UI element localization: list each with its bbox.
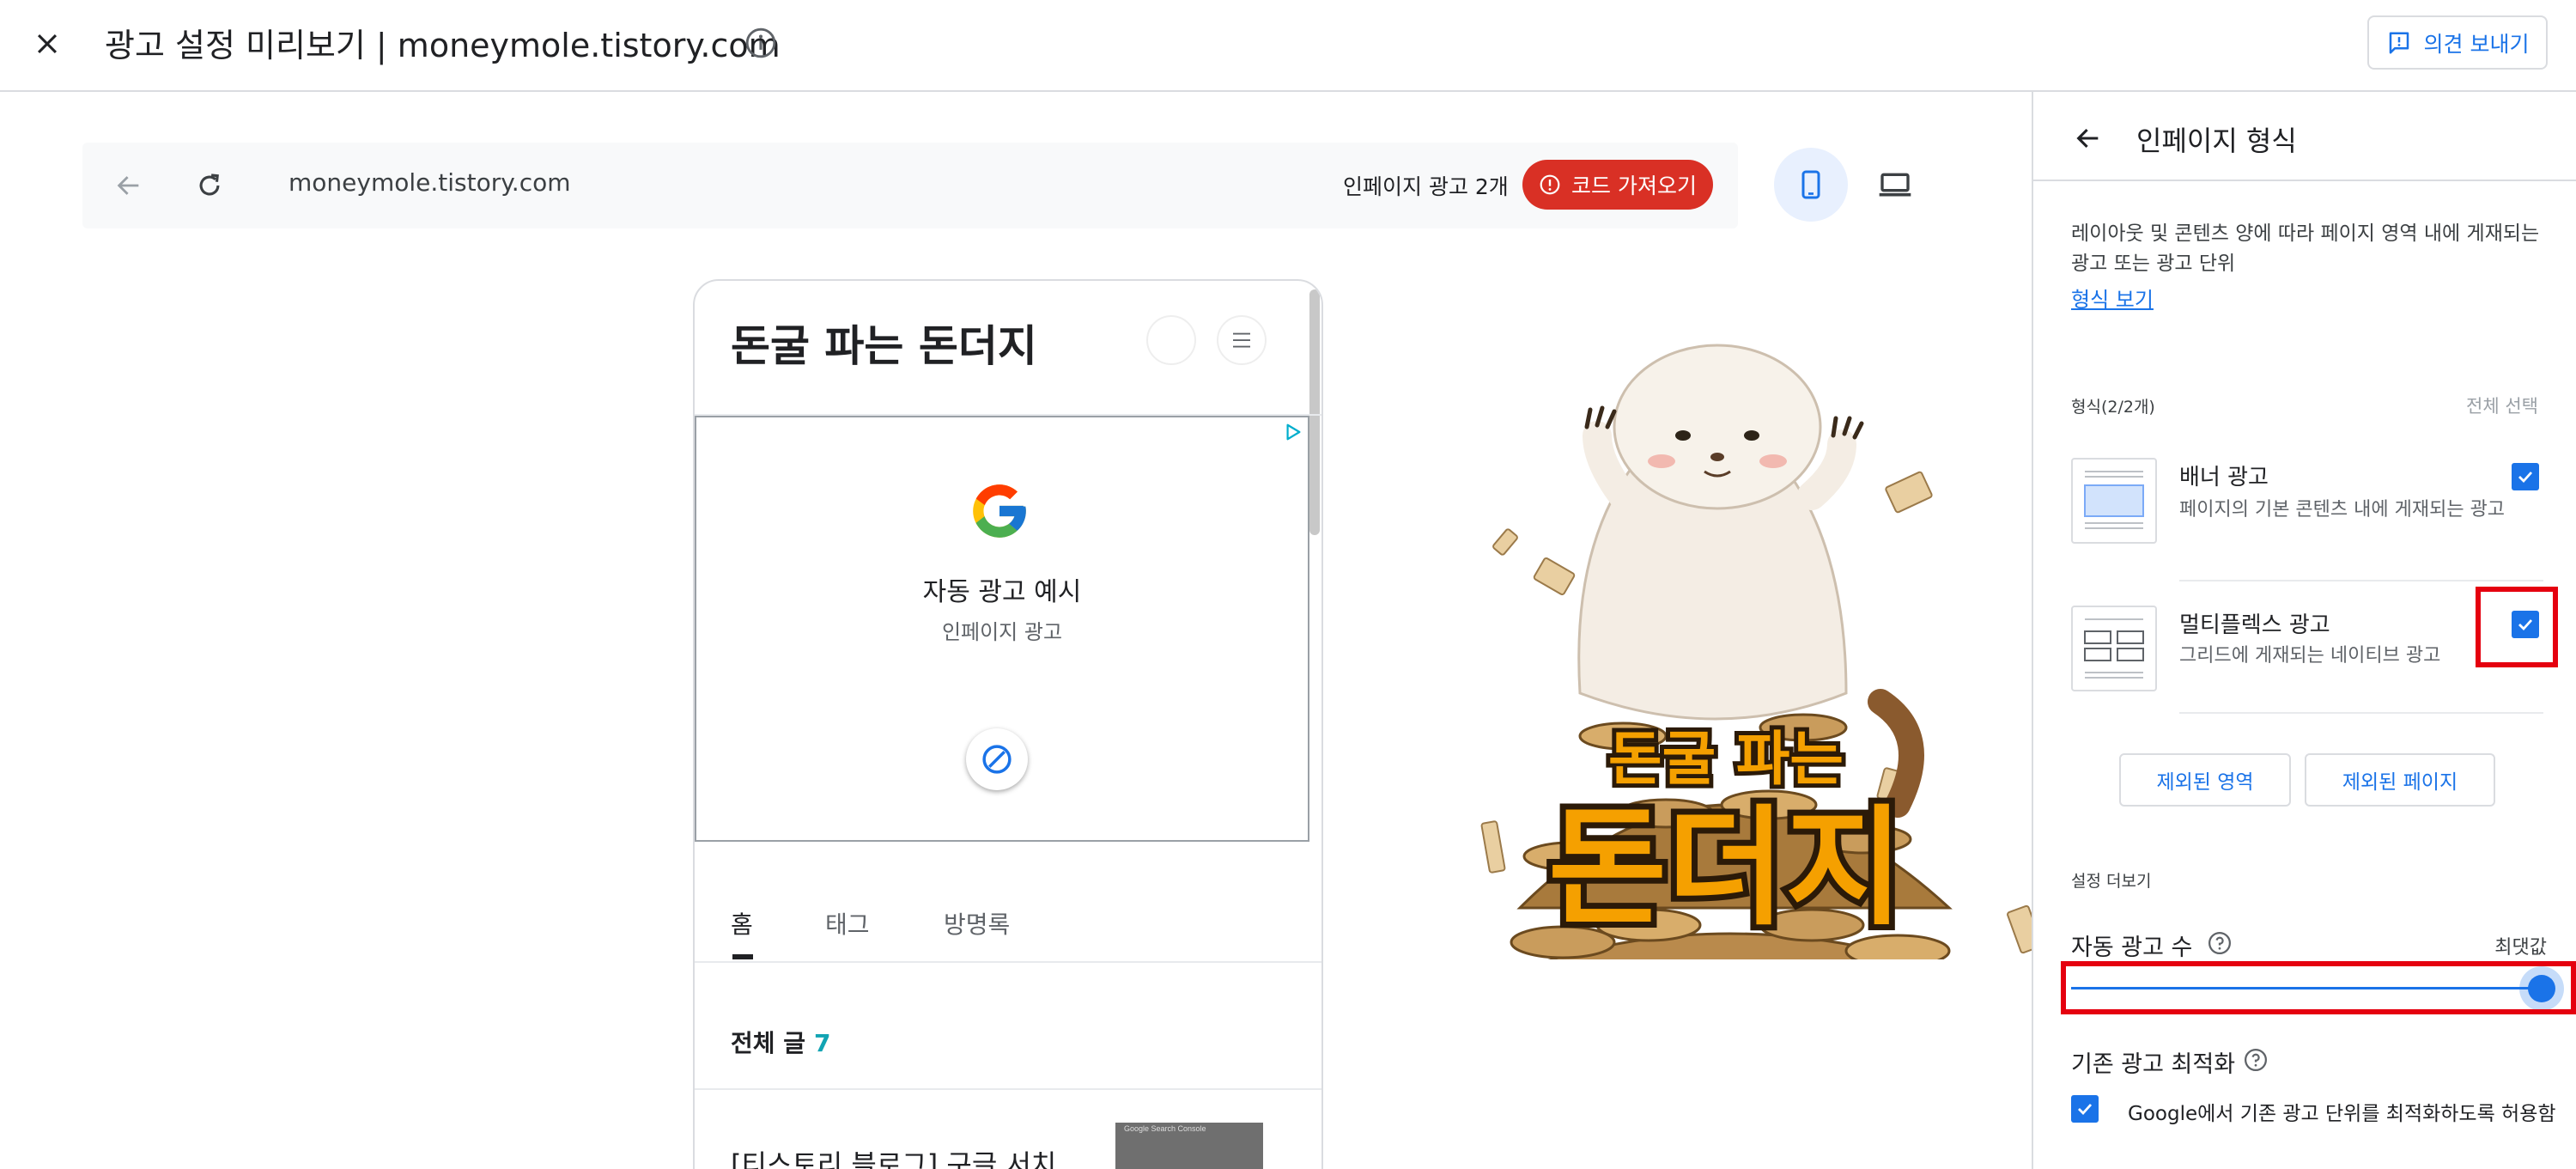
tab-tags[interactable]: 태그: [825, 906, 870, 941]
optimize-label: 기존 광고 최적화: [2071, 1051, 2236, 1078]
select-all-button[interactable]: 전체 선택: [2466, 393, 2538, 418]
desktop-view-button[interactable]: [1858, 148, 1932, 222]
panel-title: 인페이지 형식: [2136, 125, 2297, 157]
check-icon: [2078, 1104, 2093, 1116]
help-icon: [2208, 932, 2231, 954]
ad-count-label: 자동 광고 수: [2071, 935, 2193, 961]
help-icon: [2245, 1049, 2267, 1071]
divider: [2179, 580, 2543, 581]
ad-example-box[interactable]: 자동 광고 예시 인페이지 광고: [695, 416, 1309, 842]
illustration-title: 돈굴 파는 돈더지: [1542, 721, 1910, 949]
adchoices-icon[interactable]: [1284, 423, 1303, 445]
multiplex-format-desc: 그리드에 게재되는 네이티브 광고: [2179, 645, 2441, 667]
illustration-line-2: 돈더지: [1548, 794, 1904, 943]
panel-header: 인페이지 형식: [2033, 92, 2576, 181]
address-url[interactable]: moneymole.tistory.com: [289, 168, 571, 197]
mobile-view-button[interactable]: [1774, 148, 1848, 222]
get-code-button[interactable]: 코드 가져오기: [1522, 160, 1713, 210]
address-bar: moneymole.tistory.com 인페이지 광고 2개 코드 가져오기: [82, 143, 1738, 228]
preview-pane: moneymole.tistory.com 인페이지 광고 2개 코드 가져오기…: [0, 92, 2032, 1169]
panel-description: 레이아웃 및 콘텐츠 양에 따라 페이지 영역 내에 게재되는 광고 또는 광고…: [2071, 222, 2540, 275]
feedback-label: 의견 보내기: [2423, 31, 2530, 57]
thumb-caption: Google Search Console: [1124, 1124, 1206, 1133]
block-ad-button[interactable]: [966, 728, 1028, 790]
multiplex-format-name: 멀티플렉스 광고: [2179, 612, 2330, 638]
optimize-help-button[interactable]: [2243, 1047, 2269, 1076]
multiplex-format-thumbnail: [2071, 606, 2157, 691]
back-arrow-icon: [2076, 128, 2099, 149]
mole-illustration: 돈굴 파는 돈더지: [1480, 344, 2032, 959]
blog-menu-button[interactable]: [1217, 315, 1267, 365]
all-posts-count: 7: [814, 1029, 831, 1057]
mobile-icon: [1801, 170, 1820, 199]
check-icon: [2518, 472, 2533, 484]
mobile-preview-frame: 돈굴 파는 돈더지 자동 광고 예시 인페이지 광고 홈 태그 방명록 전체 글…: [693, 279, 1323, 1169]
page-title: 광고 설정 미리보기 | moneymole.tistory.com: [105, 27, 781, 64]
optimize-checkbox-label: Google에서 기존 광고 단위를 최적화하도록 허용함: [2128, 1103, 2556, 1125]
banner-format-desc: 페이지의 기본 콘텐츠 내에 게재되는 광고: [2179, 499, 2506, 521]
top-bar: 광고 설정 미리보기 | moneymole.tistory.com 의견 보내…: [0, 0, 2576, 92]
blog-profile-button[interactable]: [1146, 315, 1196, 365]
divider: [2179, 712, 2543, 714]
post-thumbnail[interactable]: Google Search Console: [1115, 1123, 1263, 1169]
divider: [695, 961, 1321, 963]
inpage-ad-count: 인페이지 광고 2개: [1343, 174, 1509, 199]
view-format-link[interactable]: 형식 보기: [2071, 283, 2154, 313]
all-posts-label: 전체 글: [731, 1029, 806, 1057]
illustration-line-1: 돈굴 파는: [1608, 726, 1844, 794]
menu-icon: [1233, 332, 1250, 348]
google-logo-icon: [968, 479, 1031, 546]
tab-active-indicator: [732, 954, 753, 959]
tab-guestbook[interactable]: 방명록: [944, 906, 1010, 941]
post-title[interactable]: [티스토리 블로그] 구글 서치...: [731, 1143, 1083, 1169]
multiplex-format-icon: [2084, 618, 2144, 679]
reload-icon: [199, 174, 220, 196]
info-icon: [745, 27, 776, 58]
browser-back-button[interactable]: [108, 165, 149, 206]
panel-back-button[interactable]: [2068, 118, 2109, 159]
get-code-label: 코드 가져오기: [1571, 174, 1697, 198]
desktop-icon: [1879, 173, 1911, 197]
info-button[interactable]: [742, 24, 780, 62]
back-arrow-icon: [117, 176, 139, 195]
formats-label: 형식(2/2개): [2071, 398, 2155, 417]
blog-title: 돈굴 파는 돈더지: [731, 320, 1037, 371]
feedback-icon: [2389, 32, 2409, 53]
close-button[interactable]: [26, 22, 69, 65]
all-posts-heading: 전체 글 7: [731, 1025, 831, 1059]
highlight-box-checkbox: [2476, 587, 2558, 667]
optimize-checkbox[interactable]: [2071, 1095, 2099, 1123]
excluded-areas-button[interactable]: 제외된 영역: [2119, 753, 2291, 807]
reload-button[interactable]: [189, 165, 230, 206]
ad-count-help-button[interactable]: [2207, 930, 2233, 959]
error-icon: [1540, 174, 1560, 195]
feedback-button[interactable]: 의견 보내기: [2367, 15, 2548, 70]
ad-example-subtitle: 인페이지 광고: [941, 620, 1063, 644]
ad-count-max-label: 최댓값: [2494, 937, 2547, 959]
banner-format-thumbnail: [2071, 458, 2157, 544]
banner-format-icon: [2084, 471, 2144, 529]
highlight-box-slider: [2061, 961, 2576, 1014]
banner-format-name: 배너 광고: [2179, 465, 2269, 490]
divider: [695, 1088, 1321, 1090]
settings-panel: 인페이지 형식 레이아웃 및 콘텐츠 양에 따라 페이지 영역 내에 게재되는 …: [2032, 92, 2576, 1169]
ad-example-title: 자동 광고 예시: [922, 577, 1082, 607]
scrollbar[interactable]: [1309, 289, 1320, 535]
close-icon: [37, 33, 58, 54]
banner-format-checkbox[interactable]: [2512, 463, 2539, 490]
more-settings-label: 설정 더보기: [2071, 872, 2152, 891]
excluded-pages-button[interactable]: 제외된 페이지: [2305, 753, 2495, 807]
tab-home[interactable]: 홈: [731, 906, 753, 941]
block-icon: [982, 745, 1012, 774]
